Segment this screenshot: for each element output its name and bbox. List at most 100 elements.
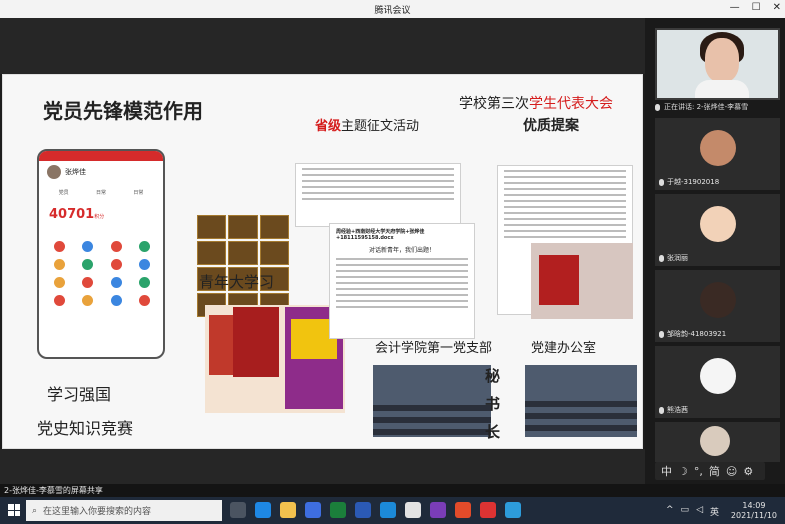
mic-icon (655, 103, 660, 111)
folder-icon[interactable] (280, 502, 296, 518)
emoji-icon[interactable]: ☺ (726, 465, 737, 478)
phone-screenshot: 张烨佳 党员 日常 日常 40701积分 (37, 149, 165, 359)
app-icon (82, 295, 94, 306)
moon-icon[interactable]: ☽ (678, 465, 688, 478)
clock-time: 14:09 (742, 501, 766, 510)
presentation-slide: 党员先锋模范作用 省级主题征文活动 学校第三次学生代表大会 优质提案 张烨佳 党… (2, 74, 643, 449)
youth-study-mosaic (197, 215, 289, 317)
app-icon (110, 295, 122, 306)
excel-icon[interactable] (330, 502, 346, 518)
heading-congress: 学校第三次学生代表大会 (459, 93, 613, 113)
participant-tile[interactable]: 邹晗韵-41803921 (655, 270, 780, 342)
system-tray: ^ ▭ ◁ 英 (666, 505, 719, 518)
close-icon[interactable]: ✕ (773, 2, 781, 13)
volume-icon[interactable]: ◁ (696, 505, 703, 518)
participant-panel: 正在讲话: 2-张烨佳-李慕雪 于越-31902018 张润丽 邹晗韵-4180… (645, 18, 785, 484)
heading-party-member: 党员先锋模范作用 (43, 99, 203, 123)
window-title: 腾讯会议 (374, 6, 411, 16)
taskbar: ⌕ 在这里输入你要搜索的内容 ^ ▭ ◁ 英 14:09 2021/11/10 (0, 497, 785, 524)
minimize-icon[interactable]: — (730, 2, 740, 13)
app-icon[interactable] (480, 502, 496, 518)
app-icon (54, 259, 66, 270)
participant-tile[interactable]: 熊浩茜 (655, 346, 780, 418)
heading-proposal: 优质提案 (523, 118, 579, 134)
participant-tile[interactable] (655, 422, 780, 462)
shared-screen: 党员先锋模范作用 省级主题征文活动 学校第三次学生代表大会 优质提案 张烨佳 党… (0, 18, 645, 484)
label-quiz: 党史知识竞赛 (37, 419, 134, 438)
heading-essay: 省级主题征文活动 (315, 115, 419, 134)
mic-icon (659, 178, 664, 186)
label-branch: 会计学院第一党支部 (375, 341, 493, 356)
app-icon (82, 259, 94, 270)
label-study: 学习强国 (47, 385, 112, 404)
share-label: 2-张烨佳-李慕雪的屏幕共享 (4, 486, 103, 495)
app-icon (54, 295, 66, 306)
avatar (700, 426, 730, 456)
app-icon (82, 277, 94, 288)
chevron-up-icon[interactable]: ^ (666, 505, 674, 518)
participant-tile[interactable]: 张润丽 (655, 194, 780, 266)
avatar (700, 358, 736, 394)
maximize-icon[interactable]: ☐ (752, 2, 761, 13)
app-icon[interactable] (405, 502, 421, 518)
vertical-char: 长 (485, 423, 501, 441)
quiz-poster (205, 305, 345, 413)
store-icon[interactable] (305, 502, 321, 518)
phone-icon-grid (47, 241, 157, 306)
label-youth: 青年大学习 (199, 273, 275, 291)
mic-icon (659, 330, 664, 338)
mic-icon (659, 254, 664, 262)
doc-filename: 周经验+西南财经大学天府学院+张烨佳+18111595158.docx (336, 229, 425, 241)
app-icon (110, 277, 122, 288)
mic-icon (659, 406, 664, 414)
participant-name: 邹晗韵-41803921 (667, 330, 727, 338)
proposal-photo (531, 243, 633, 319)
ime-mode[interactable]: 中 (661, 463, 672, 479)
gear-icon[interactable]: ⚙ (743, 465, 753, 478)
participant-tile[interactable]: 于越-31902018 (655, 118, 780, 190)
phone-tab: 党员 (58, 190, 69, 196)
language-indicator[interactable]: 英 (710, 505, 719, 518)
speaker-video[interactable] (655, 28, 780, 100)
punct-icon[interactable]: °, (694, 465, 703, 478)
ime-toolbar[interactable]: 中 ☽ °, 简 ☺ ⚙ (655, 462, 765, 480)
vertical-char: 秘 (485, 367, 501, 385)
app-icon[interactable] (505, 502, 521, 518)
app-icon (138, 241, 150, 252)
vertical-char: 书 (485, 395, 501, 413)
window-titlebar: 腾讯会议 — ☐ ✕ (0, 0, 785, 18)
task-view-icon[interactable] (230, 502, 246, 518)
windows-start-icon[interactable] (8, 504, 20, 516)
word-icon[interactable] (355, 502, 371, 518)
avatar (700, 206, 736, 242)
ime-simplified[interactable]: 简 (709, 463, 720, 479)
meeting-icon[interactable] (380, 502, 396, 518)
doc-heading: 对话新青年，我们出题！ (368, 247, 435, 254)
classroom-photo-1 (373, 365, 491, 437)
taskbar-clock[interactable]: 14:09 2021/11/10 (731, 501, 777, 521)
participant-name: 熊浩茜 (667, 406, 688, 414)
speaking-indicator: 正在讲话: 2-张烨佳-李慕雪 (655, 102, 748, 112)
taskbar-apps (230, 502, 521, 518)
edge-icon[interactable] (255, 502, 271, 518)
phone-tab: 日常 (95, 190, 106, 196)
clock-date: 2021/11/10 (730, 511, 777, 520)
participant-name: 张润丽 (667, 254, 688, 262)
app-icon (110, 259, 122, 270)
phone-score: 40701积分 (49, 207, 105, 222)
avatar (47, 165, 61, 179)
app-icon (138, 295, 150, 306)
app-icon (138, 259, 150, 270)
heading-congress-b: 学生代表大会 (529, 96, 613, 112)
phone-tab: 日常 (133, 190, 144, 196)
participant-name: 于越-31902018 (667, 178, 720, 186)
screen-share-bar: 2-张烨佳-李慕雪的屏幕共享 (0, 484, 785, 497)
essay-document-2: 周经验+西南财经大学天府学院+张烨佳+18111595158.docx 对话新青… (329, 223, 475, 339)
slide-background: 党员先锋模范作用 省级主题征文活动 学校第三次学生代表大会 优质提案 张烨佳 党… (0, 18, 645, 484)
app-icon[interactable] (430, 502, 446, 518)
app-icon (54, 277, 66, 288)
app-icon[interactable] (455, 502, 471, 518)
network-icon[interactable]: ▭ (681, 505, 690, 518)
app-icon (54, 241, 66, 252)
taskbar-search[interactable]: ⌕ 在这里输入你要搜索的内容 (26, 500, 222, 521)
